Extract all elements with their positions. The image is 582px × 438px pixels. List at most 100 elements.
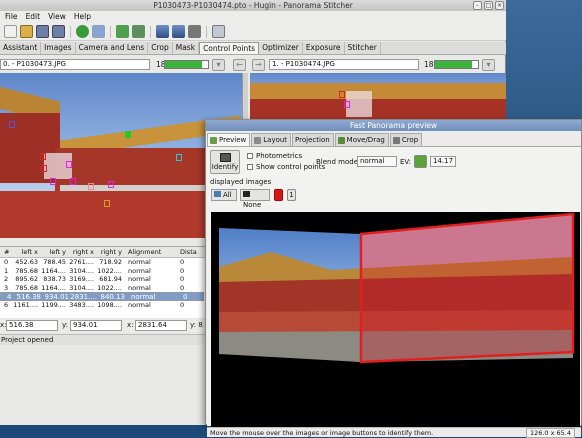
control-point-marker[interactable] xyxy=(40,153,46,160)
control-point-marker[interactable] xyxy=(108,181,114,188)
identify-button[interactable]: Identify xyxy=(210,150,240,174)
right-image-menu[interactable]: ▾ xyxy=(482,59,495,71)
save-as-icon[interactable] xyxy=(52,25,65,38)
menu-file[interactable]: File xyxy=(5,11,18,23)
new-icon[interactable] xyxy=(4,25,17,38)
control-point-marker[interactable] xyxy=(339,91,345,98)
optimize-icon[interactable] xyxy=(156,25,169,38)
control-point-marker[interactable] xyxy=(70,178,76,185)
minimize-button[interactable]: - xyxy=(473,1,482,10)
tab-crop[interactable]: Crop xyxy=(148,42,173,54)
table-row[interactable]: 2 895.62 838.73 3169.... 681.94 normal 0 xyxy=(0,275,206,284)
left-image-menu[interactable]: ▾ xyxy=(212,59,225,71)
table-row[interactable]: 6 1161.... 1199.... 3483.... 1098.... normal 0 xyxy=(0,301,206,310)
table-cell: 1164.... xyxy=(41,283,66,292)
col-header[interactable]: # xyxy=(0,247,10,257)
fast-preview-window: Fast Panorama preview Preview Layout Pro… xyxy=(205,119,582,438)
preview-icon[interactable] xyxy=(212,25,225,38)
table-cell: 1 xyxy=(4,266,9,275)
show-all-button[interactable]: All xyxy=(211,189,237,201)
menu-edit[interactable]: Edit xyxy=(26,11,41,23)
next-pair-button[interactable]: → xyxy=(252,59,265,71)
left-image-select[interactable]: 0. - P1030473.JPG xyxy=(0,59,150,70)
fit-icon[interactable] xyxy=(188,25,201,38)
optimize-photometric-icon[interactable] xyxy=(172,25,185,38)
tab-mask[interactable]: Mask xyxy=(173,42,200,54)
table-row[interactable]: 4 516.38 934.01 2831.... 840.13 normal 0 xyxy=(0,292,204,301)
photometrics-checkbox[interactable]: Photometrics xyxy=(247,152,302,160)
tab-images[interactable]: Images xyxy=(41,42,76,54)
table-row[interactable]: 1 785.68 1164.... 3104.... 1022.... normal 0 xyxy=(0,267,206,276)
table-row[interactable]: 0 452.63 788.45 2761.... 718.92 normal 0 xyxy=(0,258,206,267)
main-tabs: Assistant Images Camera and Lens Crop Ma… xyxy=(0,42,506,55)
show-none-button[interactable]: None xyxy=(240,189,270,209)
control-point-marker[interactable] xyxy=(50,178,56,185)
table-header: # left x left y right x right y Alignmen… xyxy=(0,247,206,258)
table-cell: 0 xyxy=(180,300,185,309)
control-point-marker[interactable] xyxy=(344,101,350,108)
right-image-view[interactable] xyxy=(250,73,506,121)
control-point-marker[interactable] xyxy=(104,200,110,207)
none-label: None xyxy=(243,201,262,209)
tab-assistant[interactable]: Assistant xyxy=(0,42,42,54)
table-cell: 3104.... xyxy=(69,266,94,275)
table-row[interactable]: 3 785.68 1164.... 3104.... 1022.... normal 0 xyxy=(0,284,206,293)
control-point-marker[interactable] xyxy=(41,165,47,172)
cp-coordinates-bar: x: 516.38 y: 934.01 x: 2831.64 y: 8 xyxy=(0,319,206,332)
toolbar-separator xyxy=(206,25,207,38)
col-header[interactable]: right y xyxy=(94,247,122,257)
image-toggle-1[interactable]: 1 xyxy=(287,189,296,201)
all-label: All xyxy=(223,191,232,199)
col-header[interactable]: left x xyxy=(10,247,38,257)
control-point-marker[interactable] xyxy=(9,121,15,128)
col-header[interactable]: left y xyxy=(38,247,66,257)
right-x-field[interactable]: 2831.64 xyxy=(135,320,187,331)
control-point-marker[interactable] xyxy=(88,183,94,190)
left-x-field[interactable]: 516.38 xyxy=(6,320,58,331)
undo-icon[interactable] xyxy=(76,25,89,38)
tab-camera-and-lens[interactable]: Camera and Lens xyxy=(76,42,149,54)
none-icon xyxy=(243,191,250,197)
control-point-marker[interactable] xyxy=(66,161,72,168)
panorama-preview-canvas[interactable] xyxy=(211,212,580,430)
ev-spin-field[interactable]: 14.17 xyxy=(430,156,456,167)
col-header[interactable]: Dista xyxy=(170,247,200,257)
tab-stitcher[interactable]: Stitcher xyxy=(345,42,381,54)
close-button[interactable]: × xyxy=(495,1,504,10)
show-control-points-checkbox[interactable]: Show control points xyxy=(247,163,325,171)
control-point-marker[interactable] xyxy=(125,131,131,138)
save-icon[interactable] xyxy=(36,25,49,38)
blend-mode-select[interactable]: normal xyxy=(357,156,397,167)
table-cell: 1161.... xyxy=(13,300,38,309)
control-point-marker[interactable] xyxy=(176,154,182,161)
table-cell: 0 xyxy=(180,266,185,275)
tab-exposure[interactable]: Exposure xyxy=(303,42,345,54)
image-toggle-0[interactable]: 0 xyxy=(274,189,283,201)
add-series-icon[interactable] xyxy=(132,25,145,38)
menu-help[interactable]: Help xyxy=(74,11,91,23)
y-label: y: xyxy=(62,321,68,329)
tab-preview[interactable]: Preview xyxy=(207,133,251,146)
table-cell: 516.38 xyxy=(16,293,42,302)
open-icon[interactable] xyxy=(20,25,33,38)
menu-view[interactable]: View xyxy=(48,11,66,23)
table-cell: 3 xyxy=(4,283,9,292)
tab-control-points[interactable]: Control Points xyxy=(199,42,260,54)
tab-layout[interactable]: Layout xyxy=(251,133,292,146)
left-y-field[interactable]: 934.01 xyxy=(70,320,122,331)
col-header[interactable]: Alignment xyxy=(122,247,170,257)
tab-projection[interactable]: Projection xyxy=(292,133,334,146)
maximize-button[interactable]: □ xyxy=(484,1,493,10)
redo-icon[interactable] xyxy=(92,25,105,38)
tab-crop[interactable]: Crop xyxy=(389,133,423,146)
right-image-select[interactable]: 1. - P1030474.JPG xyxy=(269,59,419,70)
col-header[interactable]: right x xyxy=(66,247,94,257)
ev-reset-icon[interactable] xyxy=(414,155,427,168)
table-cell: 840.13 xyxy=(100,293,126,302)
add-images-icon[interactable] xyxy=(116,25,129,38)
table-cell: 3483.... xyxy=(69,300,94,309)
tab-move-drag[interactable]: Move/Drag xyxy=(334,133,389,146)
tab-optimizer[interactable]: Optimizer xyxy=(259,42,303,54)
prev-pair-button[interactable]: ← xyxy=(233,59,246,71)
fov-indicator: 126.0 x 65.4 xyxy=(525,428,575,438)
